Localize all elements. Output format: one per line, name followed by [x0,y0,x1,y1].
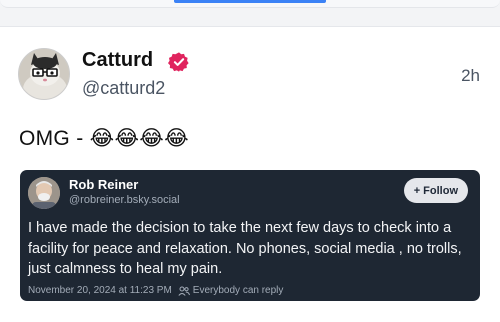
top-nav-strip [0,0,500,26]
divider [0,26,500,27]
display-name[interactable]: Catturd [82,49,153,72]
reply-setting-label: Everybody can reply [192,285,284,296]
quoted-post-date[interactable]: November 20, 2024 at 11:23 PM [28,285,172,296]
avatar[interactable] [18,48,70,100]
cat-avatar-image [19,49,69,99]
reply-setting: Everybody can reply [178,285,284,296]
post-timestamp[interactable]: 2h [461,66,480,86]
verified-badge-icon [168,52,189,72]
people-icon [178,286,190,296]
quoted-handle[interactable]: @robreiner.bsky.social [69,194,180,206]
follow-button[interactable]: + Follow [403,178,468,203]
active-tab-indicator [174,0,326,3]
handle[interactable]: @catturd2 [82,78,165,99]
quoted-display-name[interactable]: Rob Reiner [69,177,138,192]
quoted-post-text: I have made the decision to take the nex… [28,220,462,277]
quoted-post-card[interactable]: Rob Reiner @robreiner.bsky.social + Foll… [20,170,480,301]
post-text: OMG - 😂😂😂😂 [19,127,189,150]
follow-button-label: + Follow [413,184,458,197]
person-avatar-image [28,177,60,209]
quoted-post-meta: November 20, 2024 at 11:23 PM Everybody … [28,285,283,296]
quoted-avatar[interactable] [28,177,60,209]
